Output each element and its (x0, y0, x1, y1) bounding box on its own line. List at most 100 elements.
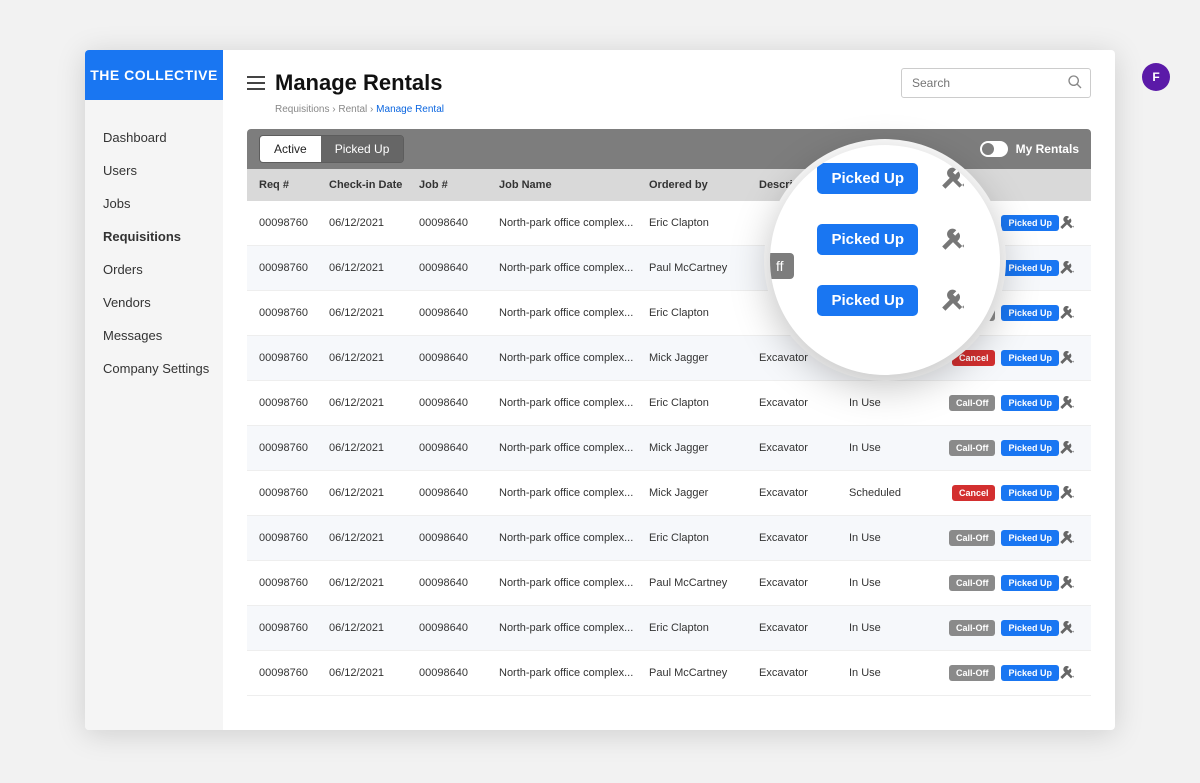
cell-req: 00098760 (259, 217, 329, 229)
menu-icon[interactable] (247, 76, 265, 90)
segment-control: Active Picked Up (259, 135, 404, 163)
cell-jobname: North-park office complex... (499, 577, 649, 589)
wrench-icon[interactable] (1059, 530, 1079, 546)
cancel-button[interactable]: Cancel (952, 350, 996, 366)
page-title: Manage Rentals (275, 70, 443, 96)
pickedup-button[interactable]: Picked Up (1001, 530, 1059, 546)
cell-jobname: North-park office complex... (499, 307, 649, 319)
cell-desc: Excavator (759, 622, 849, 634)
cell-checkin: 06/12/2021 (329, 442, 419, 454)
pickedup-button[interactable]: Picked Up (1001, 350, 1059, 366)
calloff-button[interactable]: Call-Off (949, 665, 996, 681)
sidebar-item-messages[interactable]: Messages (103, 328, 223, 343)
calloff-button[interactable]: Call-Off (949, 575, 996, 591)
cell-job: 00098640 (419, 397, 499, 409)
cell-req: 00098760 (259, 442, 329, 454)
tab-picked-up[interactable]: Picked Up (321, 136, 404, 162)
pickedup-button[interactable]: Picked Up (1001, 485, 1059, 501)
calloff-button[interactable]: Call-Off (949, 395, 996, 411)
wrench-icon[interactable] (1059, 665, 1079, 681)
cell-jobname: North-park office complex... (499, 217, 649, 229)
cell-ordered: Paul McCartney (649, 262, 759, 274)
sidebar-item-company-settings[interactable]: Company Settings (103, 361, 223, 376)
pickedup-button[interactable]: Picked Up (1001, 620, 1059, 636)
search-input[interactable] (901, 68, 1091, 98)
wrench-icon[interactable] (1059, 215, 1079, 231)
avatar[interactable]: F (1142, 63, 1170, 91)
wrench-icon[interactable] (1059, 350, 1079, 366)
cell-status: In Use (849, 577, 939, 589)
breadcrumb-item[interactable]: Rental (338, 104, 367, 115)
row-actions: Call-Off Picked Up (939, 575, 1059, 591)
cell-checkin: 06/12/2021 (329, 352, 419, 364)
tab-active[interactable]: Active (260, 136, 321, 162)
picked-up-button[interactable]: Picked Up (817, 224, 918, 255)
col-jobname: Job Name (499, 179, 649, 191)
cell-status: Scheduled (849, 487, 939, 499)
col-req: Req # (259, 179, 329, 191)
cell-desc: Excavator (759, 397, 849, 409)
pickedup-button[interactable]: Picked Up (1001, 215, 1059, 231)
calloff-button[interactable]: Call-Off (949, 440, 996, 456)
sidebar-item-orders[interactable]: Orders (103, 262, 223, 277)
cell-jobname: North-park office complex... (499, 532, 649, 544)
sidebar-item-requisitions[interactable]: Requisitions (103, 229, 223, 244)
cell-job: 00098640 (419, 442, 499, 454)
cell-checkin: 06/12/2021 (329, 622, 419, 634)
table-row: 0009876006/12/202100098640North-park off… (247, 651, 1091, 696)
cell-checkin: 06/12/2021 (329, 577, 419, 589)
cell-desc: Excavator (759, 577, 849, 589)
search-icon[interactable] (1067, 74, 1083, 90)
wrench-icon[interactable] (1059, 575, 1079, 591)
wrench-icon[interactable] (940, 288, 966, 314)
cell-req: 00098760 (259, 577, 329, 589)
wrench-icon[interactable] (1059, 440, 1079, 456)
cell-ordered: Eric Clapton (649, 397, 759, 409)
cell-job: 00098640 (419, 307, 499, 319)
row-actions: Cancel Picked Up (939, 350, 1059, 366)
toggle-label: My Rentals (1016, 142, 1079, 156)
cell-jobname: North-park office complex... (499, 262, 649, 274)
cell-status: In Use (849, 442, 939, 454)
row-actions: Call-Off Picked Up (939, 530, 1059, 546)
brand-logo: THE COLLECTIVE (85, 50, 223, 100)
pickedup-button[interactable]: Picked Up (1001, 665, 1059, 681)
cell-status: In Use (849, 397, 939, 409)
sidebar-item-vendors[interactable]: Vendors (103, 295, 223, 310)
cell-job: 00098640 (419, 487, 499, 499)
cell-checkin: 06/12/2021 (329, 307, 419, 319)
wrench-icon[interactable] (1059, 620, 1079, 636)
sidebar-item-jobs[interactable]: Jobs (103, 196, 223, 211)
calloff-button[interactable]: Call-Off (949, 620, 996, 636)
cell-checkin: 06/12/2021 (329, 262, 419, 274)
wrench-icon[interactable] (940, 227, 966, 253)
pickedup-button[interactable]: Picked Up (1001, 305, 1059, 321)
picked-up-button[interactable]: Picked Up (817, 163, 918, 194)
cell-ordered: Paul McCartney (649, 577, 759, 589)
wrench-icon[interactable] (1059, 260, 1079, 276)
breadcrumb-item[interactable]: Requisitions (275, 104, 329, 115)
pickedup-button[interactable]: Picked Up (1001, 395, 1059, 411)
search-container (901, 68, 1091, 98)
row-actions: Call-Off Picked Up (939, 620, 1059, 636)
sidebar-item-dashboard[interactable]: Dashboard (103, 130, 223, 145)
cell-checkin: 06/12/2021 (329, 217, 419, 229)
cell-desc: Excavator (759, 487, 849, 499)
wrench-icon[interactable] (940, 166, 966, 192)
calloff-button[interactable]: Call-Off (949, 530, 996, 546)
wrench-icon[interactable] (1059, 485, 1079, 501)
cell-ordered: Eric Clapton (649, 217, 759, 229)
pickedup-button[interactable]: Picked Up (1001, 260, 1059, 276)
call-off-button-fragment[interactable]: ff (770, 253, 794, 279)
picked-up-button[interactable]: Picked Up (817, 285, 918, 316)
cell-job: 00098640 (419, 667, 499, 679)
pickedup-button[interactable]: Picked Up (1001, 440, 1059, 456)
sidebar-item-users[interactable]: Users (103, 163, 223, 178)
cell-ordered: Mick Jagger (649, 352, 759, 364)
cell-ordered: Paul McCartney (649, 667, 759, 679)
wrench-icon[interactable] (1059, 305, 1079, 321)
cell-desc: Excavator (759, 442, 849, 454)
wrench-icon[interactable] (1059, 395, 1079, 411)
cancel-button[interactable]: Cancel (952, 485, 996, 501)
pickedup-button[interactable]: Picked Up (1001, 575, 1059, 591)
